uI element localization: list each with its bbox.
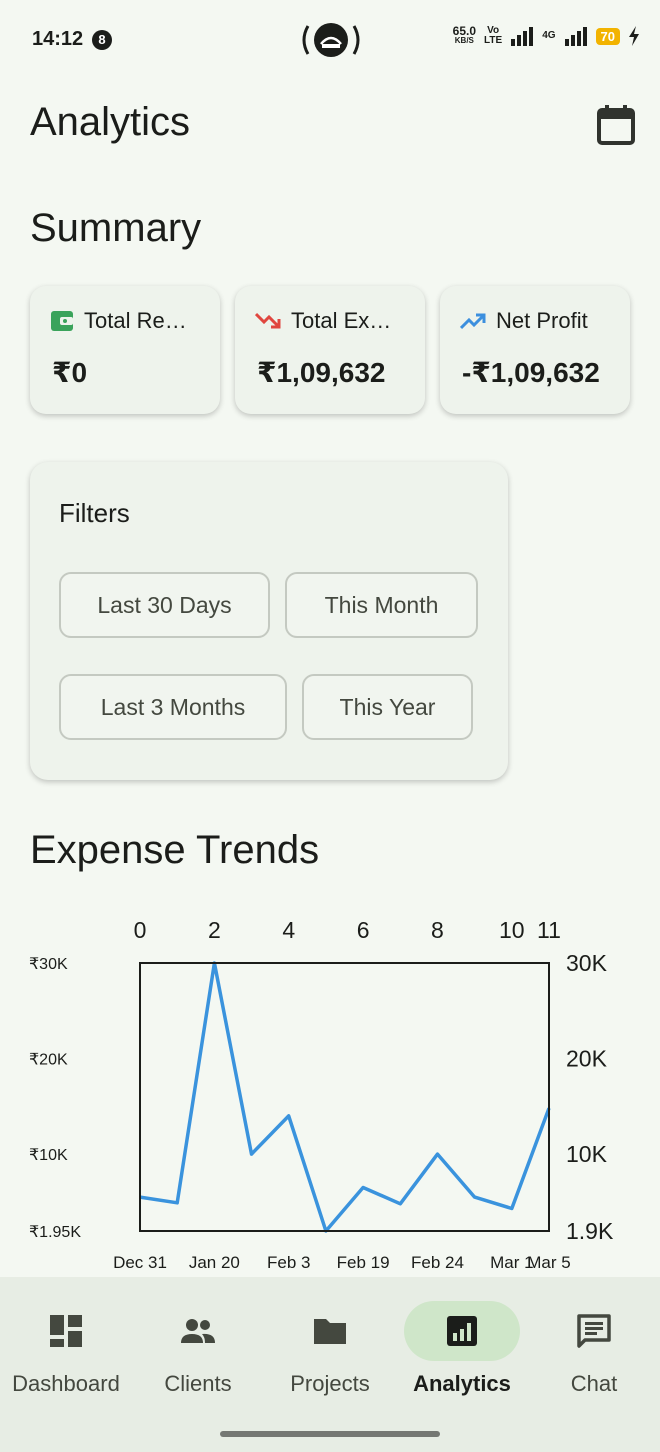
signal-icon-2 <box>564 27 587 46</box>
plot-area-border <box>139 962 550 1232</box>
x-bottom-tick-label: Mar 5 <box>527 1253 570 1272</box>
nav-label: Clients <box>164 1371 232 1396</box>
y-left-tick-label: ₹1.95K <box>29 1224 81 1241</box>
bottom-navigation: Dashboard Clients Projects Analytics Cha… <box>0 1277 660 1452</box>
y-left-tick-label: ₹20K <box>29 1052 68 1069</box>
nav-label: Analytics <box>413 1371 511 1396</box>
y-left-tick-label: ₹30K <box>29 956 68 973</box>
expense-trends-chart: 0 2 4 6 8 10 11 Dec 31 Jan 20 Feb 3 Feb 19 Feb 24 Ma… <box>29 917 614 1272</box>
home-indicator[interactable] <box>220 1431 440 1437</box>
y-right-tick-label: 10K <box>566 1141 608 1167</box>
nav-item-analytics[interactable]: Analytics <box>396 1277 528 1407</box>
charging-icon <box>629 26 639 46</box>
x-top-tick-label: 2 <box>208 917 221 943</box>
nav-label: Projects <box>290 1371 370 1396</box>
hotspot-icon <box>302 23 360 57</box>
x-bottom-tick-label: Feb 3 <box>267 1253 310 1272</box>
analytics-icon <box>447 1316 477 1346</box>
chat-icon <box>577 1314 611 1348</box>
card-label: Net Profit <box>496 308 588 333</box>
page-title: Analytics <box>30 100 191 144</box>
card-label: Total Ex… <box>291 308 392 333</box>
x-top-tick-label: 4 <box>282 917 295 943</box>
y-left-tick-label: ₹10K <box>29 1147 68 1164</box>
nav-item-clients[interactable]: Clients <box>132 1277 264 1407</box>
x-top-tick-label: 6 <box>357 917 370 943</box>
calendar-icon[interactable] <box>596 104 636 146</box>
status-time: 14:12 <box>32 28 84 50</box>
y-right-tick-label: 30K <box>566 950 608 976</box>
filter-chip-last-30-days[interactable]: Last 30 Days <box>59 572 270 638</box>
trending-down-icon <box>255 312 281 329</box>
x-top-tick-label: 0 <box>134 917 147 943</box>
summary-card-net-profit[interactable]: Net Profit -₹1,09,632 <box>440 286 630 414</box>
nav-label: Dashboard <box>12 1371 120 1396</box>
filters-panel: Filters Last 30 Days This Month Last 3 M… <box>30 462 508 780</box>
x-top-tick-label: 8 <box>431 917 444 943</box>
status-indicators: 65.0 KB/S Vo LTE 4G 70 <box>452 24 640 46</box>
x-bottom-tick-label: Dec 31 <box>113 1253 167 1272</box>
x-bottom-tick-label: Feb 19 <box>337 1253 390 1272</box>
nav-item-dashboard[interactable]: Dashboard <box>0 1277 132 1407</box>
signal-icon <box>511 27 534 46</box>
nav-item-projects[interactable]: Projects <box>264 1277 396 1407</box>
net-speed: 65.0 KB/S <box>452 24 477 45</box>
x-top-tick-label: 11 <box>537 917 561 943</box>
nav-item-chat[interactable]: Chat <box>528 1277 660 1407</box>
x-top-tick-label: 10 <box>499 917 525 943</box>
trending-up-icon <box>460 313 486 330</box>
x-bottom-tick-label: Jan 20 <box>189 1253 240 1272</box>
summary-card-total-expenses[interactable]: Total Ex… ₹1,09,632 <box>235 286 425 414</box>
card-value: -₹1,09,632 <box>462 357 600 388</box>
dashboard-icon <box>50 1315 82 1347</box>
filter-chip-this-year[interactable]: This Year <box>302 674 473 740</box>
wallet-icon <box>51 311 73 331</box>
expense-trends-title: Expense Trends <box>30 828 320 872</box>
filters-title: Filters <box>59 498 130 528</box>
volte-indicator: Vo LTE <box>484 25 503 46</box>
expense-series-line <box>139 961 551 1233</box>
x-bottom-tick-label: Feb 24 <box>411 1253 464 1272</box>
card-label: Total Re… <box>84 308 187 333</box>
people-icon <box>181 1319 215 1343</box>
status-bar: 14:12 8 65.0 KB/S Vo LTE 4G 70 <box>0 0 660 80</box>
notification-count-badge: 8 <box>92 30 112 50</box>
card-value: ₹1,09,632 <box>257 357 386 388</box>
y-right-tick-label: 20K <box>566 1046 608 1072</box>
nav-label: Chat <box>570 1371 618 1396</box>
summary-card-total-revenue[interactable]: Total Re… ₹0 <box>30 286 220 414</box>
card-value: ₹0 <box>52 357 88 388</box>
network-type: 4G <box>542 30 556 41</box>
summary-title: Summary <box>30 206 202 250</box>
y-right-tick-label: 1.9K <box>566 1218 614 1244</box>
filter-chip-this-month[interactable]: This Month <box>285 572 478 638</box>
filter-chip-last-3-months[interactable]: Last 3 Months <box>59 674 287 740</box>
folder-icon <box>314 1319 346 1344</box>
battery-level: 70 <box>595 27 620 45</box>
